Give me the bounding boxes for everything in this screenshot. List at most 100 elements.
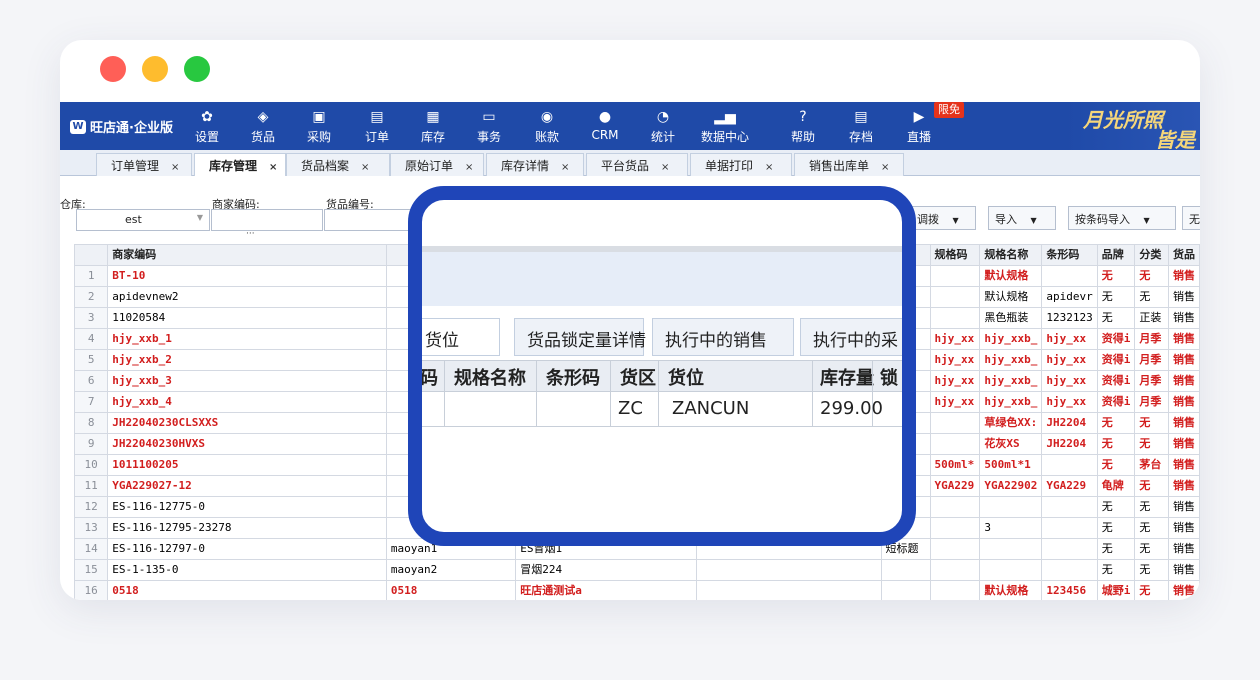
column-header[interactable]: 品牌 xyxy=(1096,244,1136,266)
barcode-import-button[interactable]: 按条码导入 ▼ xyxy=(1068,206,1176,230)
table-cell: hjy_xx xyxy=(1041,328,1098,350)
column-header[interactable]: 规格名称 xyxy=(979,244,1043,266)
popup-grid-line xyxy=(658,360,659,426)
table-row[interactable]: 15 ES-1-135-0 maoyan2 冒烟224 无无销售 xyxy=(73,559,1200,581)
table-cell xyxy=(929,433,981,455)
tab-0[interactable]: 订单管理 × xyxy=(96,153,192,176)
table-cell: maoyan2 xyxy=(385,559,517,581)
close-icon[interactable]: × xyxy=(361,162,369,173)
column-header[interactable]: 商家编码 xyxy=(107,244,387,266)
nav-order[interactable]: ▤ 订单 xyxy=(354,108,400,145)
close-icon[interactable]: × xyxy=(661,162,669,173)
order-icon: ▤ xyxy=(370,109,384,125)
nav-money[interactable]: ◉ 账款 xyxy=(524,108,570,145)
maximize-window-button[interactable] xyxy=(184,56,210,82)
nav-label: 账款 xyxy=(534,130,559,144)
warehouse-select[interactable]: est ▼ xyxy=(76,209,210,231)
column-header[interactable]: 货品 xyxy=(1167,244,1200,266)
nav-box[interactable]: ◈ 货品 xyxy=(240,108,286,145)
import-dropdown-button[interactable]: 导入 ▼ xyxy=(988,206,1056,230)
nav-pie[interactable]: ◔ 统计 xyxy=(640,108,686,145)
table-cell: 无 xyxy=(1096,496,1136,518)
popup-cell-location: ZANCUN xyxy=(672,398,750,419)
transfer-label: 调拨 xyxy=(917,213,939,226)
nav-chat[interactable]: ▭ 事务 xyxy=(466,108,512,145)
nav-cart[interactable]: ▣ 采购 xyxy=(296,108,342,145)
column-header[interactable]: 条形码 xyxy=(1041,244,1098,266)
nav-bar-chart[interactable]: ▂▅ 数据中心 xyxy=(694,108,756,145)
expand-filters-handle[interactable]: ··· xyxy=(246,229,255,239)
table-cell: 旺店通测试a xyxy=(515,580,697,600)
box-icon: ◈ xyxy=(257,109,269,125)
table-cell: 0518 xyxy=(107,580,387,600)
close-icon[interactable]: × xyxy=(465,162,473,173)
popup-tab-2[interactable]: 执行中的销售 xyxy=(652,318,794,356)
merchant-code-input[interactable] xyxy=(211,209,323,231)
table-cell: 无 xyxy=(1134,517,1169,539)
nav-archive[interactable]: ▤ 存档 xyxy=(838,108,884,145)
tab-2[interactable]: 货品档案 × xyxy=(286,153,390,176)
promo-banner[interactable]: 月光所照 皆是 xyxy=(1065,102,1200,152)
close-icon[interactable]: × xyxy=(881,162,889,173)
table-cell: hjy_xxb_3 xyxy=(107,370,387,392)
column-header[interactable] xyxy=(73,244,109,266)
tab-5[interactable]: 平台货品 × xyxy=(586,153,688,176)
transfer-dropdown-button[interactable]: 调拨 ▼ xyxy=(910,206,976,230)
table-row[interactable]: 16 0518 0518 旺店通测试a 默认规格 123456 城野i 无销售 xyxy=(73,580,1200,600)
nav-help[interactable]: ? 帮助 xyxy=(780,108,826,145)
close-icon[interactable]: × xyxy=(171,162,179,173)
popup-grid-line xyxy=(536,360,537,426)
tab-6[interactable]: 单据打印 × xyxy=(690,153,792,176)
row-number: 5 xyxy=(73,349,109,371)
table-cell: 无 xyxy=(1134,286,1169,308)
goods-no-input[interactable] xyxy=(324,209,414,231)
popup-column-header[interactable]: 货区 xyxy=(620,364,656,390)
popup-tab-1[interactable]: 货品锁定量详情 xyxy=(514,318,646,356)
popup-column-header[interactable]: 码 xyxy=(422,364,438,390)
brand-logo[interactable]: W 旺店通·企业版 xyxy=(70,117,173,136)
column-header[interactable]: 分类 xyxy=(1134,244,1169,266)
popup-tab-0[interactable]: 货位 xyxy=(422,318,500,356)
table-cell: 销售 xyxy=(1167,412,1200,434)
table-cell: hjy_xx xyxy=(929,391,981,413)
cart-icon: ▣ xyxy=(312,109,326,125)
tab-3[interactable]: 原始订单 × xyxy=(390,153,484,176)
close-window-button[interactable] xyxy=(100,56,126,82)
table-cell: 城野i xyxy=(1096,580,1136,600)
row-number: 4 xyxy=(73,328,109,350)
popup-column-header[interactable]: 货位 xyxy=(668,364,704,390)
popup-column-header[interactable]: 条形码 xyxy=(546,364,600,390)
table-cell xyxy=(929,307,981,329)
table-cell xyxy=(1041,265,1098,287)
table-cell xyxy=(929,538,981,560)
nav-label: 数据中心 xyxy=(700,130,749,144)
nav-gear[interactable]: ✿ 设置 xyxy=(184,108,230,145)
nav-user[interactable]: ● CRM xyxy=(582,108,628,142)
tab-4[interactable]: 库存详情 × xyxy=(486,153,584,176)
popup-column-header[interactable]: 库存量 xyxy=(820,364,874,390)
close-icon[interactable]: × xyxy=(765,162,773,173)
column-header[interactable]: 规格码 xyxy=(929,244,981,266)
close-icon[interactable]: × xyxy=(561,162,569,173)
popup-column-header[interactable]: 锁 xyxy=(880,364,898,390)
popup-tab-3[interactable]: 执行中的采 xyxy=(800,318,902,356)
popup-header-band xyxy=(422,252,902,306)
table-cell: 茅台 xyxy=(1134,454,1169,476)
table-cell xyxy=(929,559,981,581)
minimize-window-button[interactable] xyxy=(142,56,168,82)
table-cell: 无 xyxy=(1134,412,1169,434)
more-action-button[interactable]: 无 xyxy=(1182,206,1200,230)
table-cell: apidevnew2 xyxy=(107,286,387,308)
table-cell: 3 xyxy=(979,517,1043,539)
table-cell xyxy=(1041,538,1098,560)
popup-column-header[interactable]: 规格名称 xyxy=(454,364,526,390)
tab-7[interactable]: 销售出库单 × xyxy=(794,153,904,176)
nav-grid[interactable]: ▦ 库存 xyxy=(410,108,456,145)
table-cell: 默认规格 xyxy=(979,265,1043,287)
table-cell: 无 xyxy=(1134,265,1169,287)
close-icon[interactable]: × xyxy=(269,162,277,173)
row-number: 1 xyxy=(73,265,109,287)
tab-1[interactable]: 库存管理 × xyxy=(194,153,286,176)
table-cell: 销售 xyxy=(1167,475,1200,497)
table-cell xyxy=(1041,454,1098,476)
